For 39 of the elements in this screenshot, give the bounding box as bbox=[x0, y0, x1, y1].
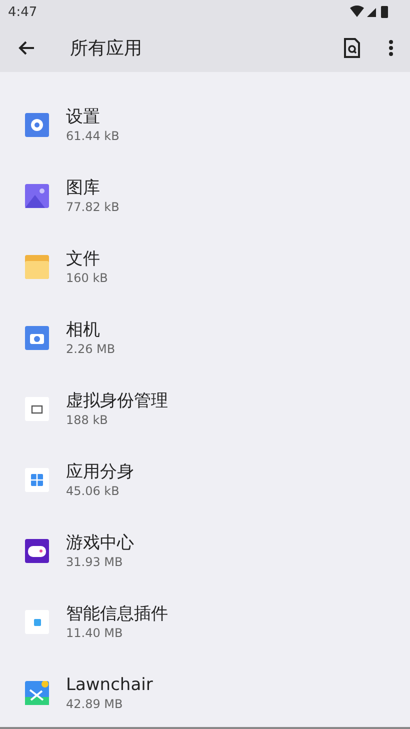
folder-icon bbox=[25, 254, 49, 278]
app-size: 188 kB bbox=[66, 412, 108, 428]
app-size: 11.40 MB bbox=[66, 624, 123, 640]
camera-icon bbox=[25, 326, 49, 350]
app-list-item[interactable]: 游戏中心 31.93 MB bbox=[0, 515, 410, 586]
app-name: 文件 bbox=[66, 248, 100, 270]
widget-icon bbox=[25, 610, 49, 634]
app-list-item[interactable]: 文件 160 kB bbox=[0, 231, 410, 302]
app-list-item[interactable]: 应用分身 45.06 kB bbox=[0, 444, 410, 515]
app-list-item[interactable]: Lawnchair 42.89 MB bbox=[0, 657, 410, 727]
app-size: 61.44 kB bbox=[66, 128, 120, 144]
app-list-item[interactable]: 设置 61.44 kB bbox=[0, 89, 410, 160]
launcher-icon bbox=[25, 680, 49, 704]
app-name: 智能信息插件 bbox=[66, 602, 168, 624]
app-list-item[interactable]: 智能信息插件 11.40 MB bbox=[0, 586, 410, 657]
app-list-item[interactable]: 相机 2.26 MB bbox=[0, 302, 410, 373]
grid-icon bbox=[25, 468, 49, 492]
picture-icon bbox=[25, 184, 49, 208]
app-size: 31.93 MB bbox=[66, 554, 123, 570]
app-name: 相机 bbox=[66, 318, 100, 340]
app-size: 42.89 MB bbox=[66, 696, 123, 712]
app-name: 虚拟身份管理 bbox=[66, 390, 168, 412]
app-name: 游戏中心 bbox=[66, 532, 134, 554]
page-title: 所有应用 bbox=[70, 37, 143, 60]
app-size: 77.82 kB bbox=[66, 198, 120, 214]
app-name: 设置 bbox=[66, 106, 100, 128]
app-name: 应用分身 bbox=[66, 460, 134, 482]
app-size: 160 kB bbox=[66, 270, 108, 286]
app-size: 2.26 MB bbox=[66, 340, 116, 356]
more-options-icon[interactable] bbox=[388, 39, 394, 57]
app-name: Lawnchair bbox=[66, 674, 153, 696]
app-list-item[interactable]: 虚拟身份管理 188 kB bbox=[0, 373, 410, 444]
status-time: 4:47 bbox=[8, 4, 38, 20]
app-name: 图库 bbox=[66, 176, 100, 198]
app-list-item[interactable]: 图库 77.82 kB bbox=[0, 160, 410, 231]
back-arrow-icon[interactable] bbox=[17, 39, 35, 57]
search-icon[interactable] bbox=[344, 38, 360, 58]
app-size: 45.06 kB bbox=[66, 482, 120, 498]
tv-icon bbox=[25, 396, 49, 420]
